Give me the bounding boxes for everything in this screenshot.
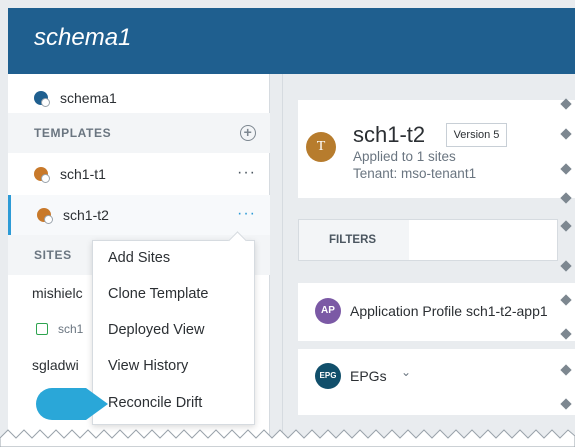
epg-icon: EPG	[315, 363, 341, 389]
chevron-down-icon[interactable]: ⌄	[401, 365, 411, 379]
version-badge: Version 5	[446, 123, 507, 147]
epgs-label: EPGs	[350, 368, 387, 384]
app-header: schema1	[8, 8, 575, 74]
sidebar-item-template[interactable]: sch1-t1 ···	[8, 154, 270, 194]
sidebar-item-label: sgladwi	[32, 357, 79, 373]
app-profile-label: Application Profile sch1-t2-app1	[350, 303, 548, 319]
more-actions-icon[interactable]: ···	[237, 164, 256, 182]
template-icon	[34, 167, 50, 183]
sidebar-item-label: sch1-t2	[63, 207, 109, 223]
sidebar-item-label: mishielc	[32, 285, 83, 301]
app-profile-icon: AP	[315, 298, 341, 324]
epgs-card[interactable]	[298, 349, 575, 415]
template-name: sch1-t2	[353, 122, 426, 147]
filters-label: FILTERS	[299, 220, 409, 260]
templates-section-header: TEMPLATES +	[8, 113, 270, 153]
sidebar-item-label: sch1-t1	[60, 166, 106, 182]
filters-bar[interactable]: FILTERS	[298, 219, 558, 261]
sidebar-item-template-selected[interactable]: sch1-t2 ···	[8, 195, 270, 235]
add-template-icon[interactable]: +	[240, 125, 256, 141]
menu-item-add-sites[interactable]: Add Sites	[108, 250, 170, 266]
menu-item-clone-template[interactable]: Clone Template	[108, 286, 209, 302]
sidebar-item-label: sch1	[58, 322, 84, 336]
panel-divider	[282, 74, 283, 447]
applied-sites-text: Applied to 1 sites	[353, 149, 456, 164]
more-actions-icon[interactable]: ···	[237, 205, 256, 223]
callout-pointer-icon	[36, 388, 108, 420]
shield-icon	[36, 323, 48, 335]
template-actions-menu: Add Sites Clone Template Deployed View V…	[92, 240, 255, 425]
sidebar-item-label: schema1	[60, 90, 117, 106]
template-icon	[37, 208, 53, 224]
menu-item-reconcile-drift[interactable]: Reconcile Drift	[108, 395, 202, 411]
section-label: SITES	[34, 248, 72, 262]
schema-icon	[34, 91, 50, 107]
section-label: TEMPLATES	[34, 126, 112, 140]
template-avatar: T	[306, 132, 336, 162]
sidebar-item-schema[interactable]: schema1	[8, 78, 270, 118]
schema-title: schema1	[34, 24, 132, 51]
tenant-text: Tenant: mso-tenant1	[353, 166, 477, 181]
menu-item-deployed-view[interactable]: Deployed View	[108, 322, 204, 338]
menu-item-view-history[interactable]: View History	[108, 358, 188, 374]
torn-edge-decoration	[0, 429, 575, 447]
